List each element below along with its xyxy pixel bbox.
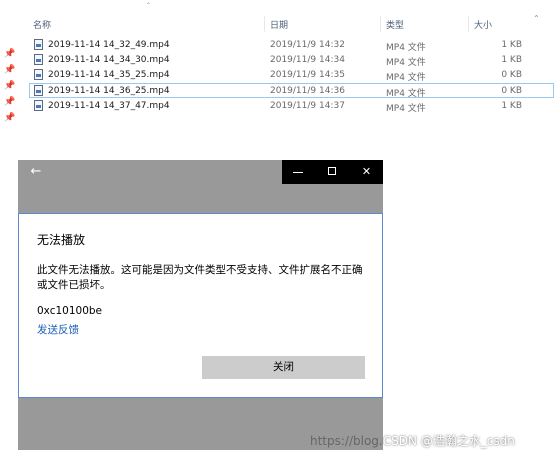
file-size: 1 KB [501,101,522,111]
close-icon: ✕ [361,165,372,178]
minimize-icon [293,172,303,173]
watermark-url: https://blog. [310,434,383,448]
file-explorer: ⌃ 名称 日期 类型 大小 ⌃ 📌 📌 📌 📌 📌 2019-11-14 14_… [0,0,554,130]
file-icon [34,85,43,96]
dialog-message: 此文件无法播放。这可能是因为文件类型不受支持、文件扩展名不正确或文件已损坏。 [37,264,363,291]
minimize-button[interactable] [282,160,315,184]
file-name: 2019-11-14 14_34_30.mp4 [48,55,170,65]
pin-icon[interactable]: 📌 [4,80,16,92]
file-name: 2019-11-14 14_36_25.mp4 [48,86,170,96]
file-date: 2019/11/9 14:32 [270,40,345,50]
file-type: MP4 文件 [386,89,426,99]
close-window-button[interactable]: ✕ [350,160,383,184]
file-type: MP4 文件 [386,73,426,83]
column-divider[interactable] [380,16,381,32]
file-icon [34,54,43,65]
file-date: 2019/11/9 14:36 [270,86,345,96]
file-row-selected[interactable]: 2019-11-14 14_36_25.mp4 2019/11/9 14:36 … [29,83,554,99]
file-icon [34,39,43,50]
sort-indicator-icon[interactable]: ⌃ [146,2,151,9]
file-row[interactable]: 2019-11-14 14_34_30.mp4 2019/11/9 14:34 … [30,53,554,68]
column-divider[interactable] [264,16,265,32]
watermark: https://blog.CSDN @浩瀚之水_csdn [310,432,515,449]
file-row[interactable]: 2019-11-14 14_37_47.mp4 2019/11/9 14:37 … [30,99,554,114]
column-header-date[interactable]: 日期 [270,18,288,31]
dialog-title: 无法播放 [37,233,86,247]
file-type: MP4 文件 [386,104,426,114]
file-icon [34,100,43,111]
screen: ⌃ 名称 日期 类型 大小 ⌃ 📌 📌 📌 📌 📌 2019-11-14 14_… [0,0,554,458]
maximize-icon [328,167,336,175]
pin-icon[interactable]: 📌 [4,64,16,76]
file-size: 0 KB [501,70,522,80]
file-size: 1 KB [501,55,522,65]
file-type: MP4 文件 [386,58,426,68]
file-name: 2019-11-14 14_32_49.mp4 [48,40,170,50]
file-type: MP4 文件 [386,43,426,53]
maximize-button[interactable] [316,160,349,184]
pin-icon[interactable]: 📌 [4,96,16,108]
file-size: 0 KB [501,86,522,96]
column-divider[interactable] [468,16,469,32]
watermark-author: CSDN @浩瀚之水_csdn [382,434,515,448]
column-header-row: 名称 日期 类型 大小 [0,14,554,34]
chevron-up-icon[interactable]: ⌃ [533,14,540,23]
back-arrow-icon[interactable]: ← [26,164,46,180]
file-row[interactable]: 2019-11-14 14_32_49.mp4 2019/11/9 14:32 … [30,38,554,53]
column-header-type[interactable]: 类型 [386,18,404,31]
pin-icon[interactable]: 📌 [4,48,16,60]
pin-icon[interactable]: 📌 [4,112,16,124]
file-name: 2019-11-14 14_35_25.mp4 [48,70,170,80]
file-date: 2019/11/9 14:34 [270,55,345,65]
file-row[interactable]: 2019-11-14 14_35_25.mp4 2019/11/9 14:35 … [30,68,554,83]
error-dialog: 无法播放 此文件无法播放。这可能是因为文件类型不受支持、文件扩展名不正确或文件已… [18,213,383,398]
player-titlebar[interactable]: ← ✕ [18,160,383,184]
file-name: 2019-11-14 14_37_47.mp4 [48,101,170,111]
column-header-name[interactable]: 名称 [33,18,51,31]
window-controls: ✕ [282,160,383,184]
column-header-size[interactable]: 大小 [474,18,492,31]
file-date: 2019/11/9 14:35 [270,70,345,80]
file-icon [34,69,43,80]
file-date: 2019/11/9 14:37 [270,101,345,111]
media-player-window: ← ✕ 无法播放 此文件无法播放。这可能是因为文件类型不受支持、文件扩展名不正确… [18,160,383,450]
close-dialog-button[interactable]: 关闭 [202,356,365,379]
send-feedback-link[interactable]: 发送反馈 [37,322,79,337]
error-code: 0xc10100be [37,305,103,317]
file-size: 1 KB [501,40,522,50]
